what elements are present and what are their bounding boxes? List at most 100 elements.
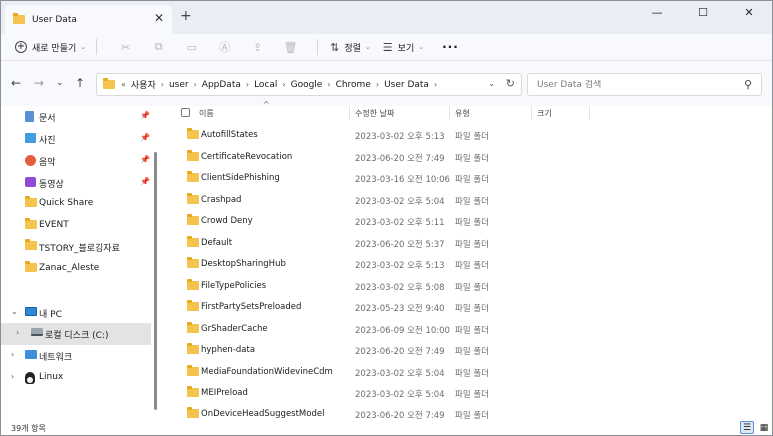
forward-button[interactable]: → (34, 76, 44, 90)
breadcrumb-appdata[interactable]: AppData (202, 80, 241, 90)
column-type[interactable]: 유형 (455, 108, 470, 119)
table-row[interactable]: ClientSidePhishing 2023-03-16 오전 10:06 파… (161, 167, 772, 188)
chevron-right-icon[interactable]: › (194, 80, 197, 89)
minimize-button[interactable]: — (634, 1, 680, 23)
delete-icon[interactable]: 🗑 (274, 41, 307, 54)
up-button[interactable]: ↑ (75, 76, 85, 90)
table-row[interactable]: MEIPreload 2023-03-02 오후 5:04 파일 폴더 (161, 382, 772, 403)
plus-icon: + (15, 41, 27, 53)
column-divider[interactable] (589, 106, 590, 120)
breadcrumb-overflow[interactable]: « (121, 80, 126, 89)
column-modified[interactable]: 수정한 날짜 (355, 108, 394, 119)
sidebar-item-quick-share[interactable]: Quick Share (1, 193, 151, 215)
rename-icon[interactable]: Ⓐ (208, 39, 241, 55)
chevron-right-icon[interactable]: › (16, 328, 19, 337)
chevron-right-icon[interactable]: › (11, 372, 14, 381)
chevron-right-icon[interactable]: › (376, 80, 379, 89)
sidebar-item-documents[interactable]: 문서 📌 (1, 106, 151, 128)
chevron-right-icon[interactable]: › (327, 80, 330, 89)
table-row[interactable]: OnDeviceHeadSuggestModel 2023-06-20 오전 7… (161, 403, 772, 419)
table-row[interactable]: Default 2023-06-20 오전 5:37 파일 폴더 (161, 232, 772, 253)
sidebar-item-local-disk[interactable]: › 로컬 디스크 (C:) (1, 323, 151, 345)
table-row[interactable]: MediaFoundationWidevineCdm 2023-03-02 오후… (161, 361, 772, 382)
chevron-down-icon[interactable]: ⌄ (11, 307, 18, 316)
file-date: 2023-03-02 오후 5:11 (355, 218, 445, 228)
close-window-button[interactable]: ✕ (726, 1, 772, 23)
table-row[interactable]: FileTypePolicies 2023-03-02 오후 5:08 파일 폴… (161, 275, 772, 296)
column-name[interactable]: 이름 (199, 108, 214, 119)
share-icon[interactable]: ⇪ (241, 41, 274, 54)
tiles-view-icon[interactable]: ▦ (757, 421, 771, 434)
pin-icon: 📌 (140, 155, 150, 164)
view-button[interactable]: ☰ 보기 ⌄ (383, 41, 424, 54)
table-row[interactable]: hyphen-data 2023-06-20 오전 7:49 파일 폴더 (161, 339, 772, 360)
column-size[interactable]: 크기 (537, 108, 552, 119)
search-input[interactable] (537, 79, 727, 90)
table-row[interactable]: AutofillStates 2023-03-02 오후 5:13 파일 폴더 (161, 124, 772, 145)
sidebar-item-music[interactable]: 음악 📌 (1, 150, 151, 172)
details-view-icon[interactable]: ☰ (740, 421, 754, 434)
sidebar-item-network[interactable]: › 네트워크 (1, 345, 151, 367)
table-row[interactable]: Crowd Deny 2023-03-02 오후 5:11 파일 폴더 (161, 210, 772, 231)
chevron-right-icon[interactable]: › (161, 80, 164, 89)
breadcrumb-user-data[interactable]: User Data (384, 80, 429, 90)
file-type: 파일 폴더 (455, 175, 489, 185)
sort-button[interactable]: ⇅ 정렬 ⌄ (330, 41, 371, 54)
breadcrumb-users[interactable]: 사용자 (131, 78, 156, 91)
tab-close-icon[interactable]: ✕ (154, 11, 164, 25)
chevron-right-icon[interactable]: › (246, 80, 249, 89)
search-icon[interactable]: ⚲ (744, 78, 752, 91)
cut-icon[interactable]: ✂ (109, 41, 142, 54)
breadcrumb-user[interactable]: user (169, 80, 189, 90)
maximize-button[interactable]: ☐ (680, 1, 726, 23)
sidebar-item-label: 동영상 (39, 180, 64, 190)
chevron-down-icon: ⌄ (364, 43, 371, 51)
sidebar-scrollbar[interactable] (154, 152, 157, 410)
sidebar-item-this-pc[interactable]: ⌄ 내 PC (1, 302, 151, 324)
table-row[interactable]: Crashpad 2023-03-02 오후 5:04 파일 폴더 (161, 189, 772, 210)
back-button[interactable]: ← (11, 76, 21, 90)
column-divider[interactable] (349, 106, 350, 120)
sidebar-item-videos[interactable]: 동영상 📌 (1, 172, 151, 194)
new-tab-button[interactable]: + (180, 8, 192, 24)
table-row[interactable]: GrShaderCache 2023-06-09 오전 10:00 파일 폴더 (161, 318, 772, 339)
chevron-right-icon[interactable]: › (282, 80, 285, 89)
recent-locations-button[interactable]: ⌄ (56, 78, 64, 88)
copy-icon[interactable]: ⧉ (142, 40, 175, 54)
sidebar-item-pictures[interactable]: 사진 📌 (1, 128, 151, 150)
sidebar-item-zanac-aleste[interactable]: Zanac_Aleste (1, 258, 151, 280)
file-name: hyphen-data (201, 345, 256, 355)
file-type: 파일 폴더 (455, 132, 489, 142)
sidebar-item-tstory[interactable]: TSTORY_블로깅자료 (1, 236, 151, 258)
folder-icon (187, 214, 199, 225)
sidebar-item-event[interactable]: EVENT (1, 215, 151, 237)
sidebar-item-label: 문서 (39, 114, 56, 124)
new-button[interactable]: + 새로 만들기 ⌄ (15, 41, 86, 54)
item-count: 39개 항목 (11, 424, 46, 433)
search-box[interactable]: ⚲ (527, 73, 762, 96)
breadcrumb-chrome[interactable]: Chrome (336, 80, 371, 90)
drive-icon (31, 328, 43, 336)
videos-icon (25, 177, 36, 187)
more-options-button[interactable]: ··· (442, 40, 459, 54)
table-row[interactable]: DesktopSharingHub 2023-03-02 오후 5:13 파일 … (161, 253, 772, 274)
sidebar-item-label: Zanac_Aleste (39, 263, 100, 273)
breadcrumb-google[interactable]: Google (291, 80, 323, 90)
paste-icon[interactable]: ▭ (175, 41, 208, 54)
tab-user-data[interactable]: User Data ✕ (5, 5, 172, 34)
column-divider[interactable] (449, 106, 450, 120)
address-bar[interactable]: « 사용자 › user › AppData › Local › Google … (96, 73, 522, 96)
refresh-icon[interactable]: ↻ (506, 77, 515, 90)
chevron-right-icon[interactable]: › (434, 80, 437, 89)
select-all-checkbox[interactable] (181, 108, 190, 117)
breadcrumb-local[interactable]: Local (254, 80, 277, 90)
column-divider[interactable] (531, 106, 532, 120)
file-type: 파일 폴더 (455, 239, 489, 250)
table-row[interactable]: CertificateRevocation 2023-06-20 오전 7:49… (161, 146, 772, 167)
address-history-dropdown[interactable]: ⌄ (488, 79, 495, 88)
chevron-right-icon[interactable]: › (11, 350, 14, 359)
sidebar-item-linux[interactable]: › Linux (1, 367, 151, 389)
table-row[interactable]: FirstPartySetsPreloaded 2023-05-23 오전 9:… (161, 296, 772, 317)
chevron-down-icon: ⌄ (80, 43, 87, 51)
sort-ascending-icon: ^ (263, 100, 270, 109)
